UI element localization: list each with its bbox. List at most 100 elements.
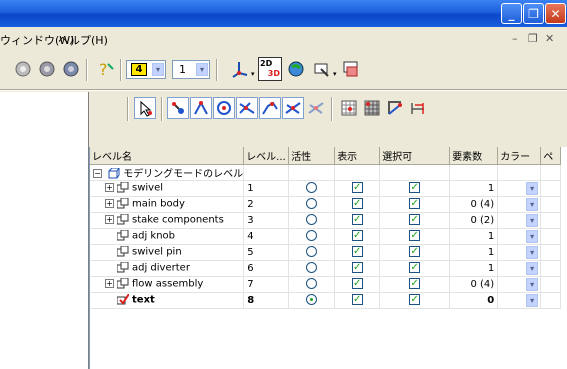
active-cell[interactable] — [288, 212, 336, 229]
header-color[interactable]: カラー — [497, 147, 542, 165]
chevron-down-icon[interactable]: ▾ — [526, 261, 539, 275]
active-radio[interactable] — [306, 214, 318, 226]
table-row[interactable]: text 8 ✓ ✓ 0 ▾ — [90, 292, 562, 309]
active-cell[interactable] — [288, 260, 336, 277]
display-checkbox[interactable]: ✓ — [351, 198, 363, 210]
selectable-cell[interactable]: ✓ — [379, 212, 451, 229]
help-icon[interactable]: ? — [95, 58, 117, 80]
selectable-checkbox[interactable]: ✓ — [409, 294, 421, 306]
mdi-close-icon[interactable]: ✕ — [545, 32, 554, 45]
display-cell[interactable]: ✓ — [334, 244, 381, 261]
active-radio[interactable] — [306, 246, 318, 258]
mdi-minimize-icon[interactable]: – — [512, 32, 518, 45]
rotate-view-icon[interactable] — [12, 58, 34, 80]
header-element-count[interactable]: 要素数 — [449, 147, 499, 165]
expand-icon[interactable]: + — [105, 215, 114, 225]
color-cell[interactable]: ▾ — [497, 292, 542, 309]
header-level-name[interactable]: レベル名 — [90, 147, 245, 165]
header-active[interactable]: 活性 — [288, 147, 336, 165]
point-tool-icon[interactable] — [167, 97, 189, 119]
tangent-tool-icon[interactable] — [282, 97, 304, 119]
table-row[interactable]: adj knob 4 ✓ ✓ 1 ▾ — [90, 228, 562, 245]
chevron-down-icon[interactable]: ▾ — [526, 293, 539, 307]
table-row[interactable]: adj diverter 6 ✓ ✓ 1 ▾ — [90, 260, 562, 277]
globe-view-icon[interactable] — [286, 58, 308, 80]
selectable-checkbox[interactable]: ✓ — [409, 198, 421, 210]
display-cell[interactable]: ✓ — [334, 260, 381, 277]
layer-number-select[interactable]: 4 ▾ — [126, 60, 166, 79]
angle-snap-icon[interactable] — [384, 97, 406, 119]
chevron-down-icon[interactable]: ▾ — [251, 70, 255, 78]
2d-3d-toggle-icon[interactable]: 2D 3D — [258, 57, 282, 81]
active-cell[interactable] — [288, 276, 336, 293]
chevron-down-icon[interactable]: ▾ — [526, 277, 539, 291]
chevron-down-icon[interactable]: ▾ — [526, 213, 539, 227]
selectable-cell[interactable]: ✓ — [379, 260, 451, 277]
color-cell[interactable]: ▾ — [497, 196, 542, 213]
arc-tool-icon[interactable] — [259, 97, 281, 119]
selectable-cell[interactable]: ✓ — [379, 228, 451, 245]
orbit-view-icon[interactable] — [36, 58, 58, 80]
display-cell[interactable]: ✓ — [334, 276, 381, 293]
header-pen[interactable]: ペ — [540, 147, 562, 165]
selectable-checkbox[interactable]: ✓ — [409, 246, 421, 258]
header-level-number[interactable]: レベル... — [243, 147, 290, 165]
collapse-icon[interactable]: − — [93, 169, 102, 178]
chevron-down-icon[interactable]: ▾ — [526, 245, 539, 259]
menu-help[interactable]: ヘルプ(H) — [58, 32, 108, 48]
grid-snap-icon[interactable] — [338, 97, 360, 119]
selectable-cell[interactable]: ✓ — [379, 276, 451, 293]
active-cell[interactable] — [288, 196, 336, 213]
close-button[interactable]: ✕ — [545, 3, 566, 24]
expand-icon[interactable]: + — [105, 279, 114, 289]
restore-button[interactable]: ❐ — [523, 3, 544, 24]
selectable-checkbox[interactable]: ✓ — [409, 278, 421, 290]
chevron-down-icon[interactable]: ▾ — [526, 197, 539, 211]
active-radio[interactable] — [306, 230, 318, 242]
intersect-tool-icon[interactable] — [236, 97, 258, 119]
active-cell[interactable] — [288, 292, 336, 309]
table-row[interactable]: + main body 2 ✓ ✓ 0 (4) ▾ — [90, 196, 562, 213]
active-radio[interactable] — [306, 262, 318, 274]
header-selectable[interactable]: 選択可 — [379, 147, 451, 165]
color-cell[interactable]: ▾ — [497, 228, 542, 245]
chevron-down-icon[interactable]: ▾ — [526, 181, 539, 195]
display-cell[interactable]: ✓ — [334, 196, 381, 213]
display-checkbox[interactable]: ✓ — [351, 294, 363, 306]
color-cell[interactable]: ▾ — [497, 276, 542, 293]
table-row[interactable]: swivel pin 5 ✓ ✓ 1 ▾ — [90, 244, 562, 261]
active-radio[interactable] — [306, 278, 318, 290]
select-element-icon[interactable] — [134, 97, 156, 119]
selectable-checkbox[interactable]: ✓ — [409, 262, 421, 274]
bisector-tool-icon[interactable] — [305, 97, 327, 119]
selectable-cell[interactable]: ✓ — [379, 180, 451, 197]
view-change-icon[interactable] — [340, 58, 362, 80]
header-display[interactable]: 表示 — [334, 147, 381, 165]
table-row[interactable]: + swivel 1 ✓ ✓ 1 ▾ — [90, 180, 562, 197]
chevron-down-icon[interactable]: ▾ — [196, 63, 208, 76]
selectable-cell[interactable]: ✓ — [379, 196, 451, 213]
expand-icon[interactable]: + — [105, 199, 114, 209]
zoom-window-icon[interactable] — [310, 58, 332, 80]
display-cell[interactable]: ✓ — [334, 180, 381, 197]
line-tool-icon[interactable] — [190, 97, 212, 119]
chevron-down-icon[interactable]: ▾ — [152, 63, 164, 76]
active-radio[interactable] — [306, 294, 318, 306]
color-cell[interactable]: ▾ — [497, 212, 542, 229]
active-radio[interactable] — [306, 182, 318, 194]
selectable-cell[interactable]: ✓ — [379, 244, 451, 261]
selectable-cell[interactable]: ✓ — [379, 292, 451, 309]
mdi-restore-icon[interactable]: ❐ — [528, 32, 538, 45]
line-weight-select[interactable]: 1 ▾ — [172, 60, 210, 79]
display-cell[interactable]: ✓ — [334, 292, 381, 309]
display-checkbox[interactable]: ✓ — [351, 278, 363, 290]
chevron-down-icon[interactable]: ▾ — [333, 70, 337, 78]
color-cell[interactable]: ▾ — [497, 244, 542, 261]
display-cell[interactable]: ✓ — [334, 228, 381, 245]
selectable-checkbox[interactable]: ✓ — [409, 230, 421, 242]
active-cell[interactable] — [288, 228, 336, 245]
selectable-checkbox[interactable]: ✓ — [409, 214, 421, 226]
active-cell[interactable] — [288, 244, 336, 261]
display-checkbox[interactable]: ✓ — [351, 230, 363, 242]
spin-view-icon[interactable] — [60, 58, 82, 80]
